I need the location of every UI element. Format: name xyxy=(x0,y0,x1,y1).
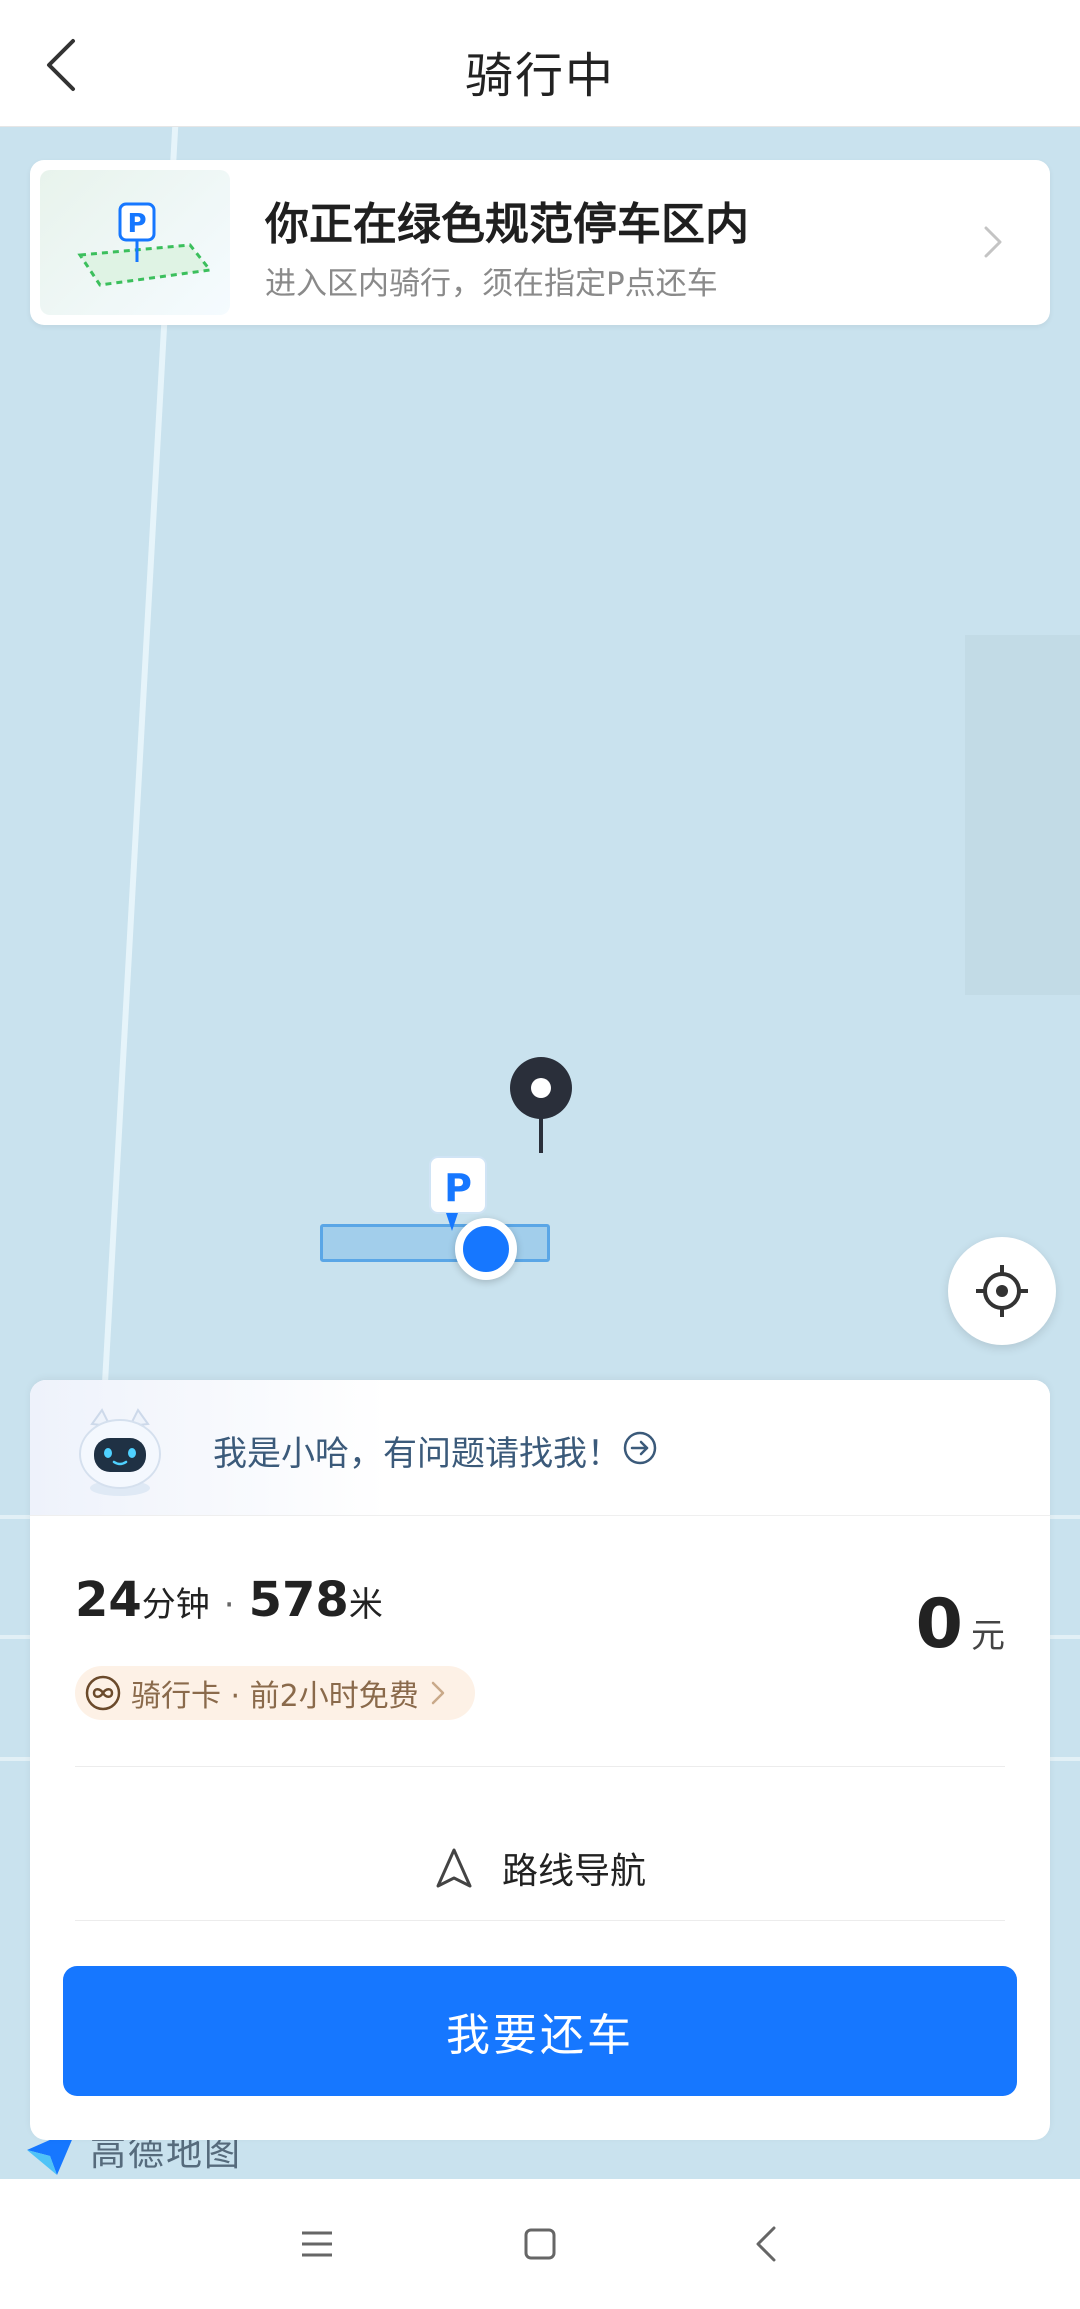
ride-distance-unit: 米 xyxy=(348,1585,383,1625)
return-bike-button[interactable]: 我要还车 xyxy=(63,1966,1017,2096)
navigation-arrow-icon xyxy=(436,1848,472,1888)
route-navigation-label: 路线导航 xyxy=(501,1851,646,1892)
svg-text:P: P xyxy=(444,1166,472,1210)
destination-pin-icon xyxy=(510,1057,572,1153)
user-location-dot xyxy=(455,1218,517,1280)
price-unit: 元 xyxy=(971,1616,1005,1656)
route-navigation-button[interactable]: 路线导航 xyxy=(30,1818,1050,1918)
ride-time-value: 24 xyxy=(75,1572,142,1628)
system-navigation-bar xyxy=(0,2179,1080,2309)
arrow-right-circle-icon xyxy=(623,1431,657,1465)
ride-card-tag-text: 骑行卡 · 前2小时免费 xyxy=(131,1679,419,1714)
ride-time-unit: 分钟 xyxy=(141,1585,210,1625)
notice-subtitle: 进入区内骑行，须在指定P点还车 xyxy=(265,266,718,302)
chevron-left-icon xyxy=(756,2226,776,2262)
menu-icon xyxy=(302,2231,332,2257)
parking-zone-notice-card[interactable]: P 你正在绿色规范停车区内 进入区内骑行，须在指定P点还车 xyxy=(30,160,1050,325)
ride-price: 0元 xyxy=(916,1585,1005,1664)
ride-distance-value: 578 xyxy=(248,1572,349,1628)
assistant-bar[interactable]: 我是小哈，有问题请找我！ xyxy=(30,1380,1050,1516)
chevron-right-icon xyxy=(431,1681,444,1705)
locate-me-button[interactable] xyxy=(948,1237,1056,1345)
divider xyxy=(75,1920,1005,1921)
page-title: 骑行中 xyxy=(464,48,615,104)
ride-time-distance: 24分钟 · 578米 xyxy=(75,1572,383,1628)
top-app-bar: 骑行中 xyxy=(0,0,1080,127)
parking-area-illustration: P xyxy=(40,170,230,315)
map-road xyxy=(91,127,181,1575)
notice-title: 你正在绿色规范停车区内 xyxy=(265,199,749,250)
divider xyxy=(75,1766,1005,1767)
parking-zone-icon: P xyxy=(77,202,213,287)
home-button[interactable] xyxy=(505,2209,575,2279)
svg-text:P: P xyxy=(127,209,146,239)
system-back-button[interactable] xyxy=(731,2209,801,2279)
chevron-right-icon xyxy=(984,226,1002,258)
separator-dot: · xyxy=(223,1585,235,1625)
price-value: 0 xyxy=(915,1585,963,1664)
menu-button[interactable] xyxy=(282,2209,352,2279)
crosshair-icon xyxy=(976,1265,1028,1317)
infinity-icon xyxy=(85,1675,121,1711)
robot-assistant-avatar xyxy=(79,1408,161,1496)
map-building-block xyxy=(965,635,1080,995)
assistant-text: 我是小哈，有问题请找我！ xyxy=(213,1434,621,1474)
square-icon xyxy=(524,2228,556,2260)
ride-card-tag[interactable]: 骑行卡 · 前2小时免费 xyxy=(75,1666,475,1720)
ride-info-panel: 我是小哈，有问题请找我！ 24分钟 · 578米 0元 骑行卡 · 前2小时免费 路… xyxy=(30,1380,1050,2140)
